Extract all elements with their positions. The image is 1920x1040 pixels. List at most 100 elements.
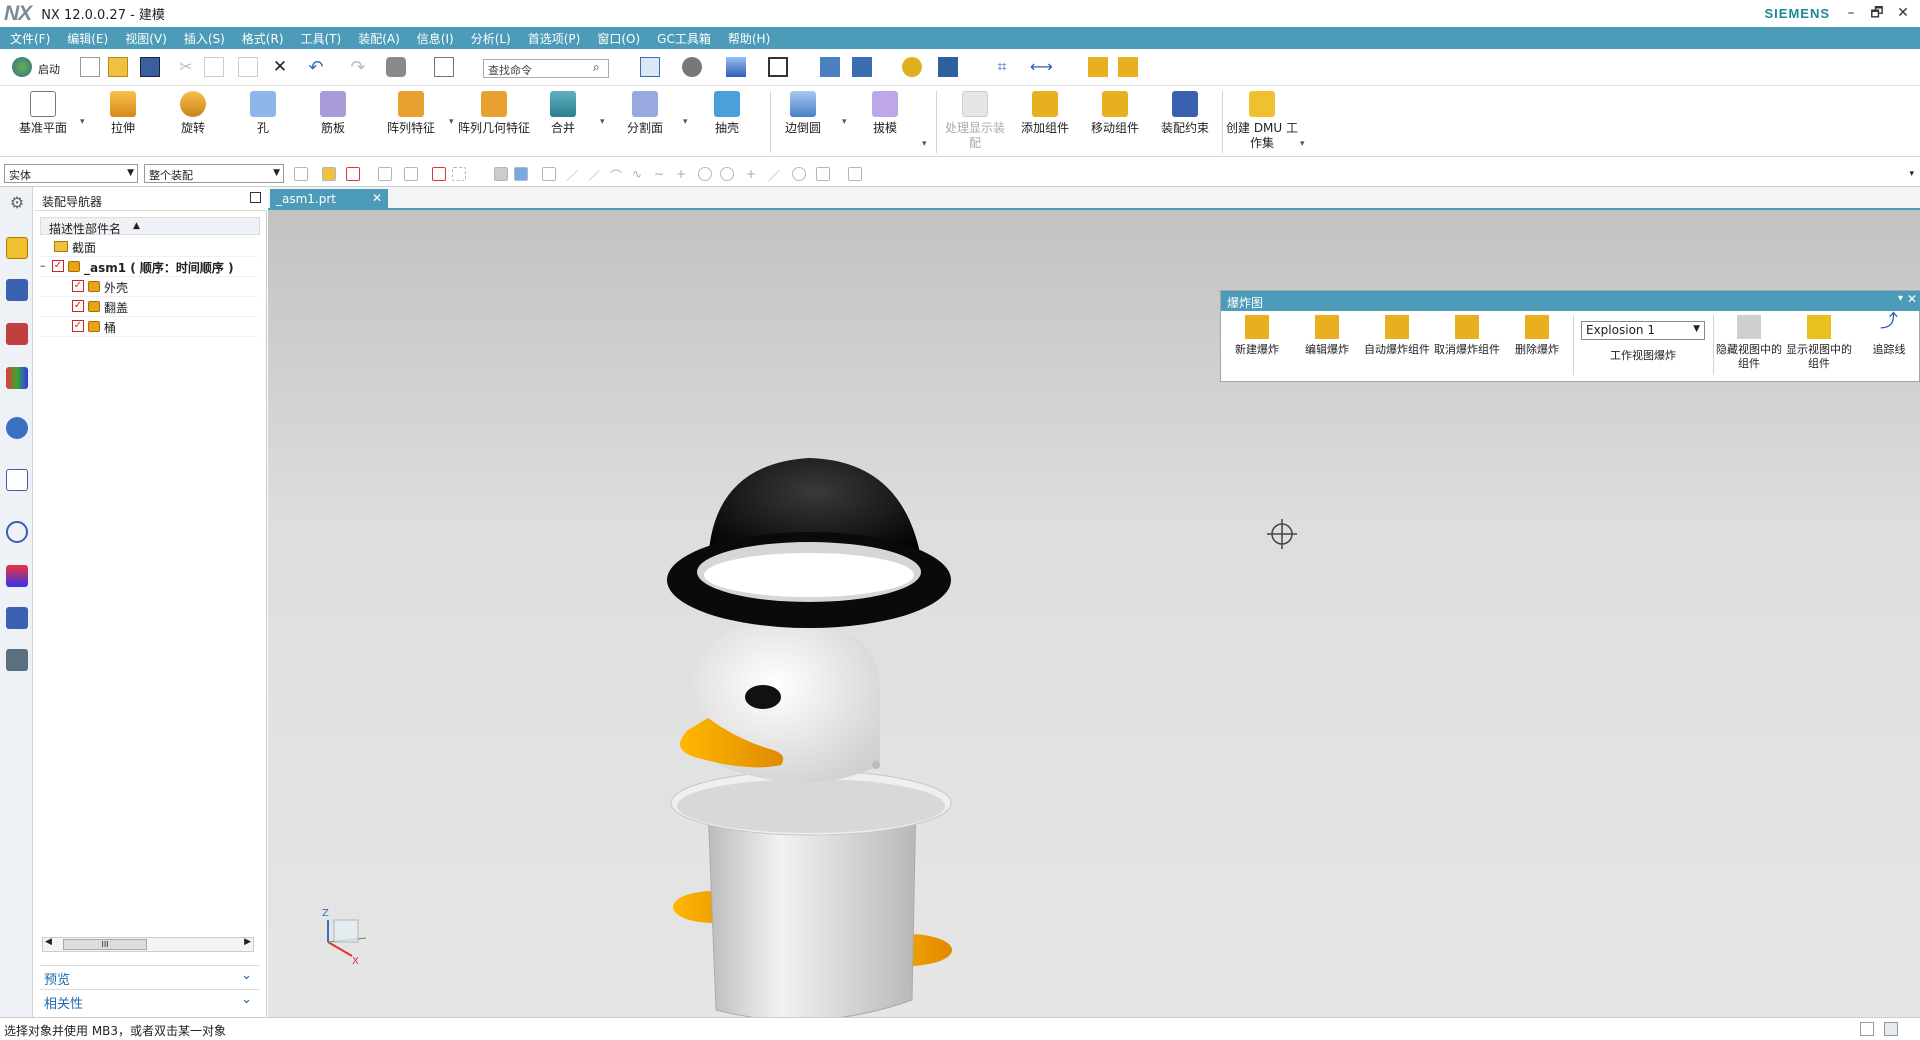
reuse-library-icon[interactable] — [6, 367, 28, 389]
shaded-cube-icon[interactable] — [726, 57, 746, 77]
edge-blend-button[interactable]: 边倒圆 — [768, 91, 838, 136]
start-icon[interactable] — [12, 57, 32, 77]
preview-section[interactable]: 预览 ⌄ — [40, 965, 260, 988]
point-icon[interactable] — [542, 167, 556, 181]
shell-button[interactable]: 抽壳 — [692, 91, 762, 136]
chevron-down-icon[interactable]: ▾ — [842, 117, 847, 127]
render-style-icon[interactable] — [682, 57, 702, 77]
history-icon[interactable] — [6, 521, 28, 543]
select-all-icon[interactable] — [346, 167, 360, 181]
maximize-icon[interactable] — [250, 192, 261, 203]
revolve-button[interactable]: 旋转 — [158, 91, 228, 136]
find-command-input[interactable]: 查找命令 — [483, 59, 609, 78]
hd3d-icon[interactable] — [6, 417, 28, 439]
menu-edit[interactable]: 编辑(E) — [67, 30, 108, 47]
measure-icon[interactable]: ⌗ — [992, 57, 1012, 77]
constraint-navigator-icon[interactable] — [6, 279, 28, 301]
snap-point-icon[interactable] — [322, 167, 336, 181]
fit-view-icon[interactable] — [640, 57, 660, 77]
roles-icon[interactable] — [6, 649, 28, 671]
rect-select-icon[interactable] — [452, 167, 466, 181]
window-icon[interactable] — [434, 57, 454, 77]
restore-button[interactable]: 🗗 — [1866, 2, 1888, 24]
scroll-thumb[interactable]: III — [63, 939, 147, 950]
more-icon[interactable]: ▾ — [922, 139, 927, 149]
pointer-icon[interactable] — [378, 167, 392, 181]
rib-button[interactable]: 筋板 — [298, 91, 368, 136]
auto-explode-button[interactable]: 自动爆炸组件 — [1363, 315, 1431, 357]
assembly-constraint-button[interactable]: 装配约束 — [1150, 91, 1220, 136]
hide-in-view-button[interactable]: 隐藏视图中的组件 — [1715, 315, 1783, 371]
draft-button[interactable]: 拔模 — [850, 91, 920, 136]
tracelines-button[interactable]: ⤴ 追踪线 — [1855, 313, 1920, 357]
move-component-button[interactable]: 移动组件 — [1080, 91, 1150, 136]
chevron-down-icon[interactable]: ▾ — [600, 117, 605, 127]
wcs-icon[interactable] — [820, 57, 840, 77]
create-dmu-workset-button[interactable]: 创建 DMU 工作集 — [1226, 91, 1298, 151]
background-icon[interactable] — [768, 57, 788, 77]
system-materials-icon[interactable] — [6, 565, 28, 587]
assembly-icon[interactable] — [1088, 57, 1108, 77]
menu-tools[interactable]: 工具(T) — [301, 30, 342, 47]
collapse-icon[interactable]: – — [40, 259, 46, 272]
tree-row-bucket[interactable]: ✓ 桶 — [40, 317, 258, 337]
selection-scope-select[interactable]: 整个装配 ▼ — [144, 164, 284, 183]
chevron-down-icon[interactable]: ▾ — [80, 117, 85, 127]
menu-insert[interactable]: 插入(S) — [184, 30, 225, 47]
tree-row-section[interactable]: 截面 — [40, 237, 258, 257]
layout-icon[interactable] — [1860, 1022, 1874, 1036]
unite-button[interactable]: 合并 — [528, 91, 598, 136]
solid-icon[interactable] — [514, 167, 528, 181]
menu-info[interactable]: 信息(I) — [417, 30, 454, 47]
extrude-button[interactable]: 拉伸 — [88, 91, 158, 136]
chevron-down-icon[interactable]: ▾ — [1909, 169, 1914, 179]
undo-icon[interactable]: ↶ — [306, 57, 326, 78]
menu-assembly[interactable]: 装配(A) — [358, 30, 400, 47]
chevron-down-icon[interactable]: ▾ — [449, 117, 454, 127]
web-browser-icon[interactable] — [6, 469, 28, 491]
close-icon[interactable]: ✕ — [1907, 292, 1917, 306]
print-icon[interactable] — [386, 57, 406, 77]
column-header[interactable]: 描述性部件名 ▲ — [40, 217, 260, 236]
dependencies-section[interactable]: 相关性 ⌄ — [40, 989, 260, 1012]
filter-icon[interactable] — [294, 167, 308, 181]
checkbox-icon[interactable]: ✓ — [72, 320, 84, 332]
more-icon[interactable]: ▾ — [1300, 139, 1305, 149]
pattern-geometry-button[interactable]: 阵列几何特征 — [458, 91, 530, 136]
add-component-button[interactable]: 添加组件 — [1010, 91, 1080, 136]
horizontal-scrollbar[interactable]: ◀ III ▶ — [42, 937, 254, 952]
start-label[interactable]: 启动 — [38, 61, 60, 77]
assembly-navigator-icon[interactable] — [6, 237, 28, 259]
type-filter-select[interactable]: 实体 ▼ — [4, 164, 138, 183]
snap-icon[interactable] — [902, 57, 922, 77]
process-studio-icon[interactable] — [6, 607, 28, 629]
menu-view[interactable]: 视图(V) — [125, 30, 167, 47]
scroll-right-icon[interactable]: ▶ — [244, 937, 251, 947]
menu-analysis[interactable]: 分析(L) — [471, 30, 511, 47]
explosion-header[interactable]: 爆炸图 ▾ ✕ — [1221, 291, 1920, 311]
fullscreen-icon[interactable] — [1884, 1022, 1898, 1036]
menu-file[interactable]: 文件(F) — [10, 30, 50, 47]
sort-ascending-icon[interactable]: ▲ — [133, 221, 140, 231]
explosion-select[interactable]: Explosion 1 ▼ — [1581, 321, 1705, 340]
select-region-icon[interactable] — [432, 167, 446, 181]
close-button[interactable]: ✕ — [1892, 2, 1914, 24]
tree-row-lid[interactable]: ✓ 翻盖 — [40, 297, 258, 317]
new-file-icon[interactable] — [80, 57, 100, 77]
save-icon[interactable] — [140, 57, 160, 77]
checkbox-icon[interactable]: ✓ — [72, 280, 84, 292]
menu-window[interactable]: 窗口(O) — [597, 30, 640, 47]
search-icon[interactable]: ⌕ — [593, 60, 600, 75]
part-navigator-icon[interactable] — [6, 323, 28, 345]
component-icon[interactable] — [1118, 57, 1138, 77]
menu-preferences[interactable]: 首选项(P) — [528, 30, 581, 47]
menu-help[interactable]: 帮助(H) — [728, 30, 770, 47]
chevron-down-icon[interactable]: ▼ — [1693, 324, 1700, 334]
chevron-down-icon[interactable]: ▾ — [683, 117, 688, 127]
unexplode-button[interactable]: 取消爆炸组件 — [1433, 315, 1501, 357]
pointer2-icon[interactable] — [404, 167, 418, 181]
edit-explosion-button[interactable]: 编辑爆炸 — [1293, 315, 1361, 357]
menu-format[interactable]: 格式(R) — [242, 30, 284, 47]
open-folder-icon[interactable] — [108, 57, 128, 77]
hole-button[interactable]: 孔 — [228, 91, 298, 136]
